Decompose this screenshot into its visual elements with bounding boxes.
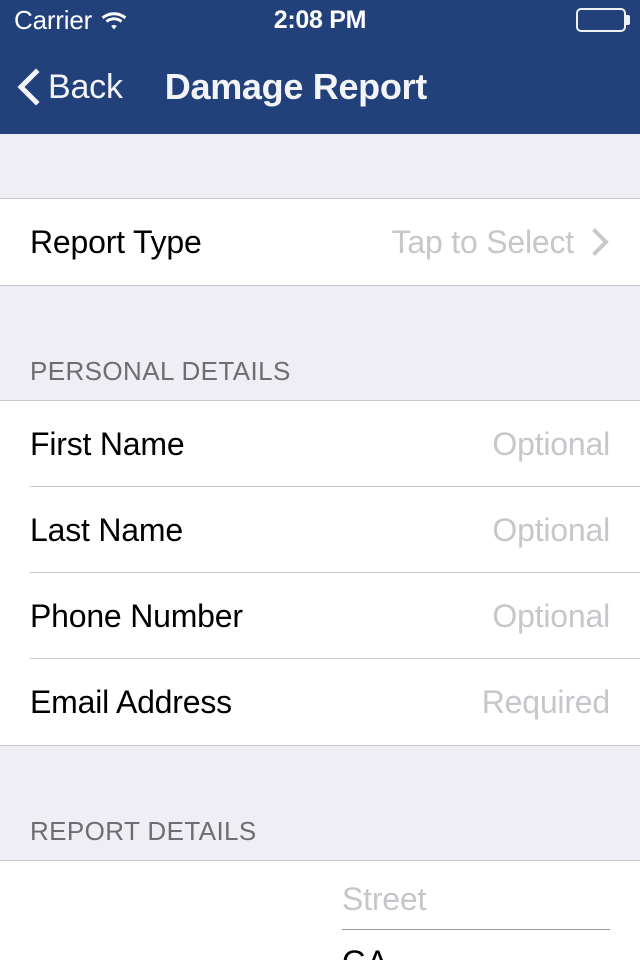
clock-label: 2:08 PM (273, 5, 367, 34)
section-header-label-report-details: REPORT DETAILS (30, 816, 257, 846)
app-screen: Carrier 2:08 PM Back Damage Report Repor… (0, 0, 640, 960)
row-value-phone-number[interactable]: Optional (492, 600, 610, 632)
status-bar-left: Carrier (14, 7, 127, 33)
row-value-first-name[interactable]: Optional (492, 428, 610, 460)
battery-icon (576, 8, 630, 32)
street-input[interactable]: Street (342, 883, 610, 929)
row-value-report-type: Tap to Select (391, 224, 575, 260)
row-label-last-name: Last Name (30, 512, 183, 548)
address-field-group: Street GA (342, 883, 610, 960)
row-label-first-name: First Name (30, 426, 185, 462)
personal-details-section: First Name Optional Last Name Optional P… (0, 400, 640, 746)
section-header-report-details: REPORT DETAILS (0, 746, 640, 860)
page-title: Damage Report (164, 66, 427, 107)
report-details-section: Street GA (0, 860, 640, 960)
section-header-label-personal-details: PERSONAL DETAILS (30, 356, 291, 386)
section-header-personal-details: PERSONAL DETAILS (0, 286, 640, 400)
row-first-name[interactable]: First Name Optional (0, 401, 640, 487)
chevron-right-icon (590, 226, 610, 258)
status-bar: Carrier 2:08 PM (0, 0, 640, 40)
form-content[interactable]: Report Type Tap to Select PERSONAL DETAI… (0, 134, 640, 960)
row-last-name[interactable]: Last Name Optional (0, 487, 640, 573)
navigation-bar: Back Damage Report (0, 40, 640, 134)
back-button-label: Back (48, 68, 123, 106)
content-top-spacer (0, 134, 640, 198)
wifi-icon (101, 11, 127, 31)
state-input[interactable]: GA (342, 930, 610, 960)
back-button[interactable]: Back (16, 67, 123, 107)
row-label-report-type: Report Type (30, 224, 202, 260)
carrier-label: Carrier (14, 5, 93, 35)
status-bar-right (576, 8, 630, 32)
row-value-last-name[interactable]: Optional (492, 514, 610, 546)
row-label-email-address: Email Address (30, 684, 232, 720)
report-type-section: Report Type Tap to Select (0, 198, 640, 286)
row-value-email-address[interactable]: Required (482, 686, 610, 718)
row-email-address[interactable]: Email Address Required (0, 659, 640, 745)
row-phone-number[interactable]: Phone Number Optional (0, 573, 640, 659)
battery-tip (626, 15, 630, 25)
row-label-phone-number: Phone Number (30, 598, 243, 634)
row-report-type[interactable]: Report Type Tap to Select (0, 199, 640, 285)
chevron-left-icon (16, 67, 42, 107)
